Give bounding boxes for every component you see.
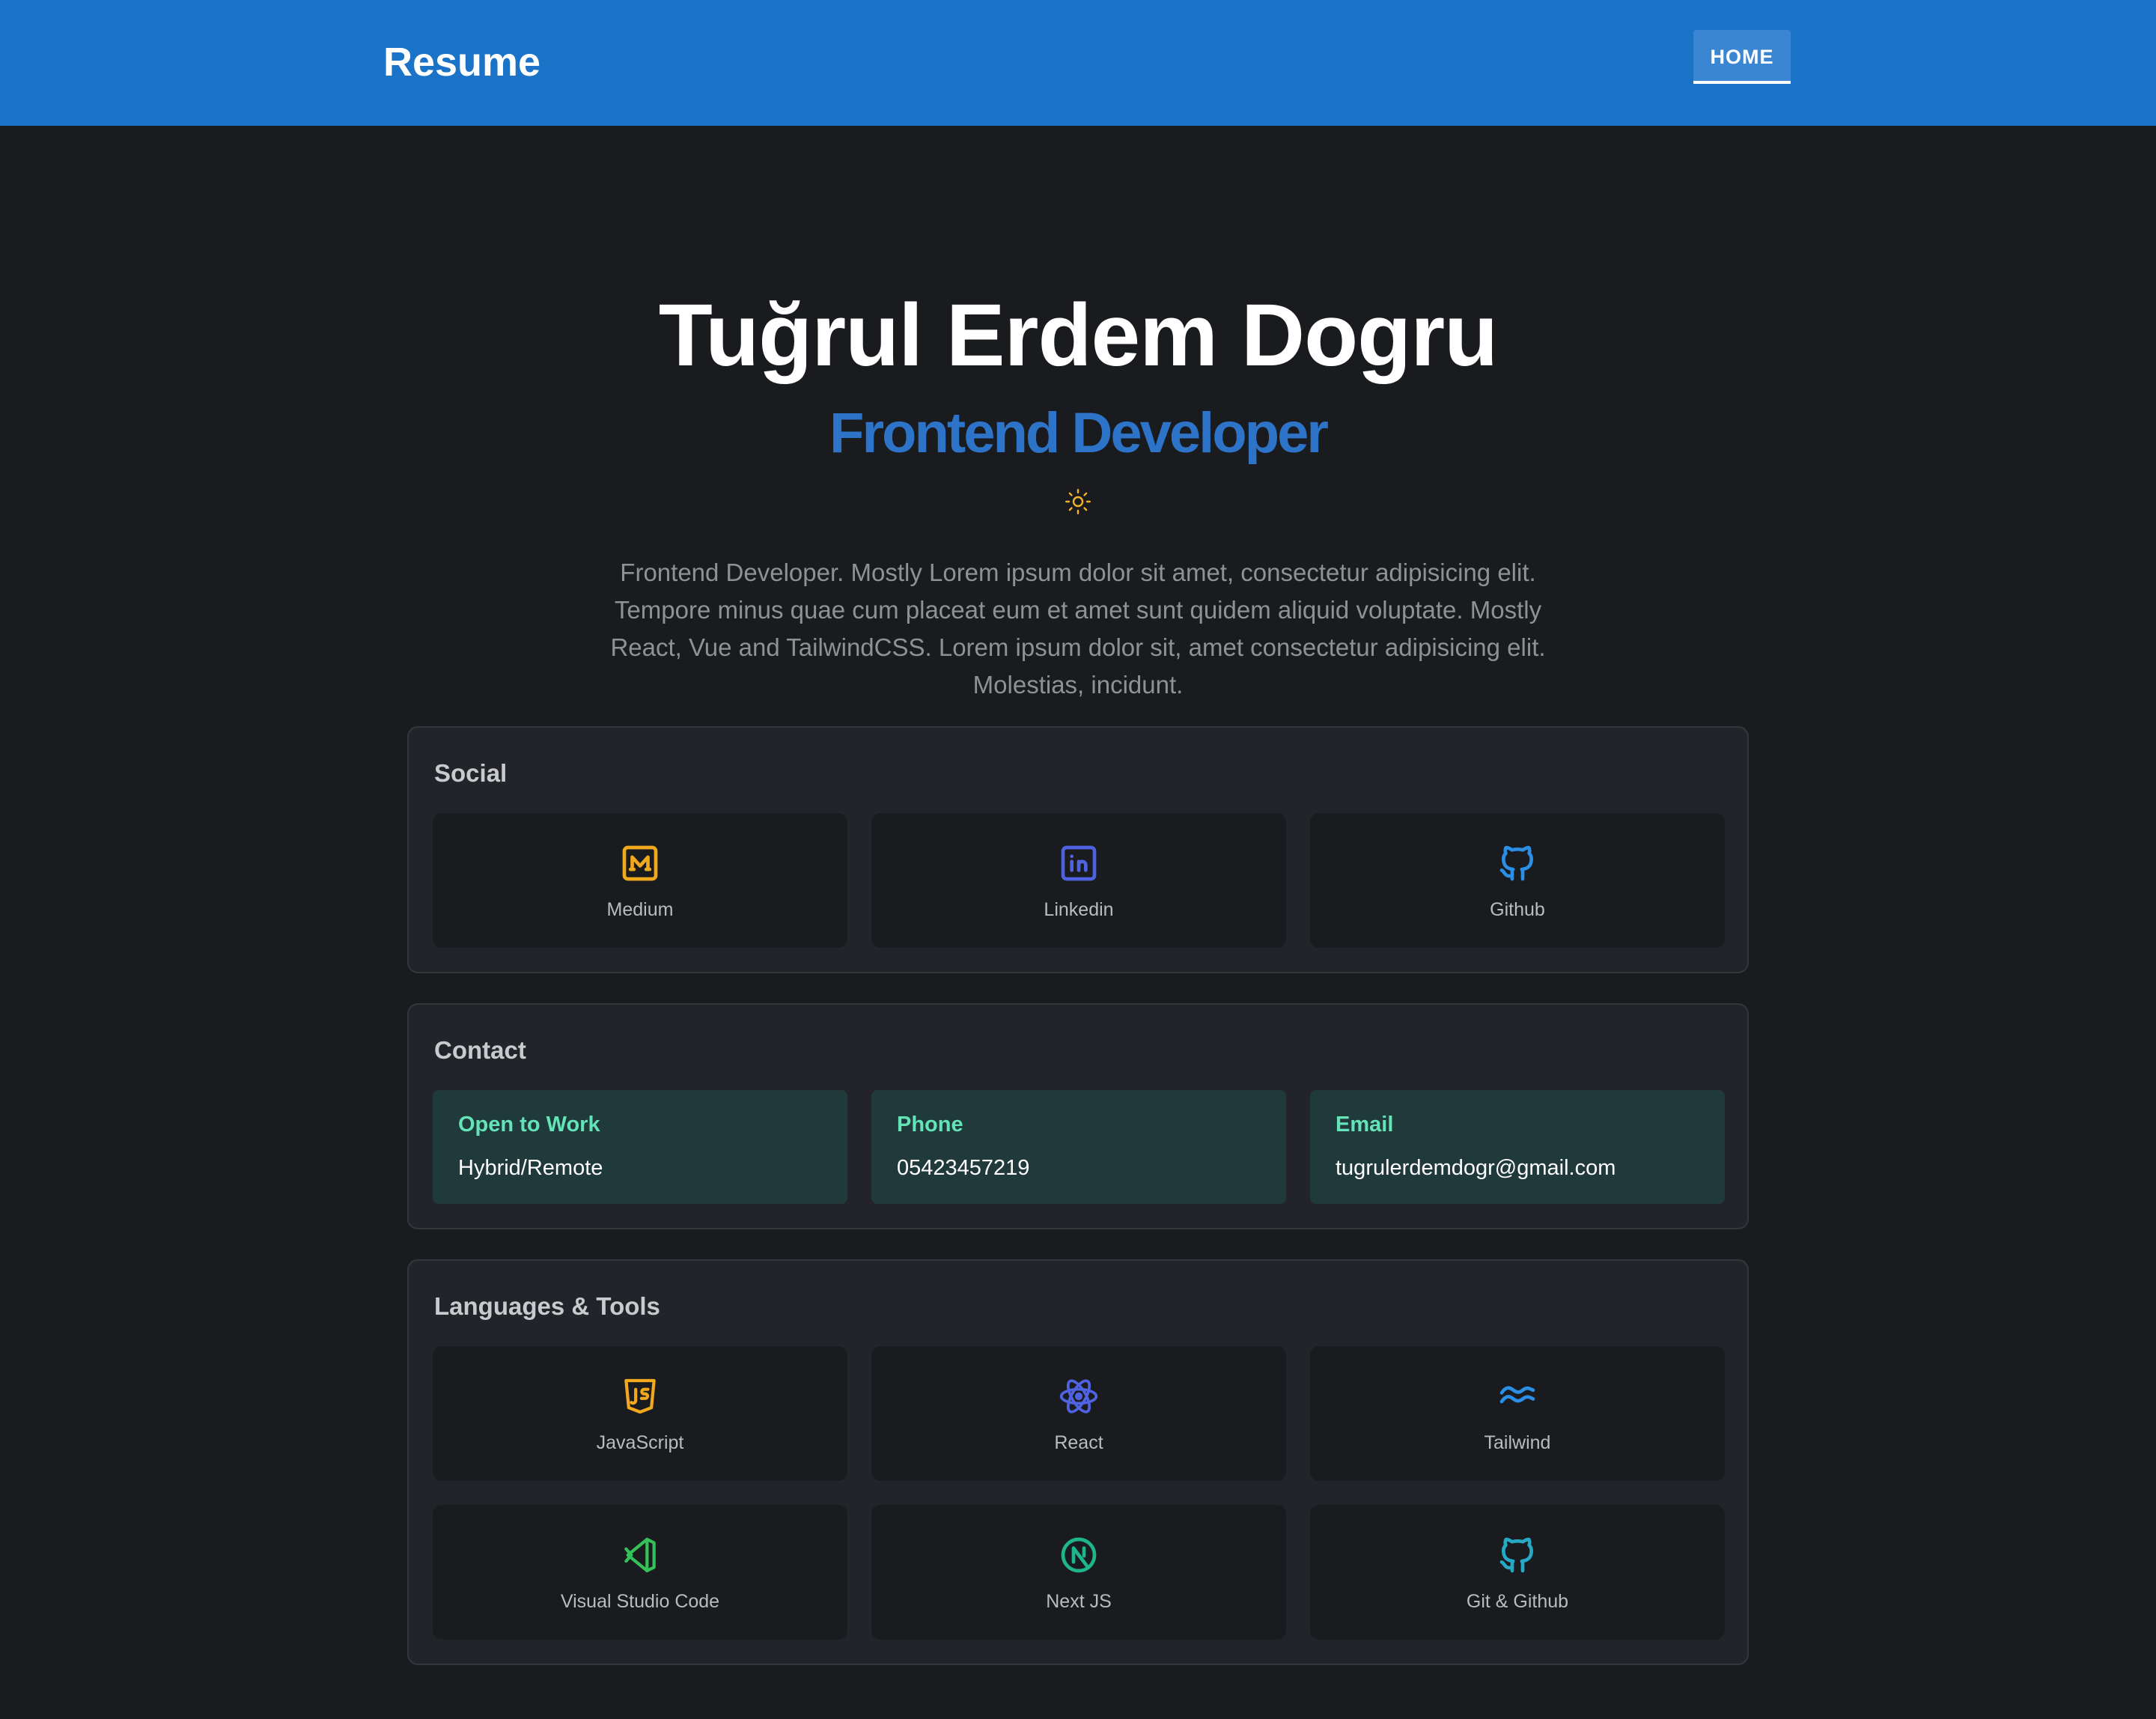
tool-label: Tailwind [1484,1432,1551,1453]
social-label: Github [1490,898,1545,920]
tool-label: Next JS [1046,1590,1112,1612]
medium-icon [622,845,658,880]
tool-card-javascript[interactable]: JavaScript [433,1346,847,1481]
contact-card-title: Phone [897,1113,963,1137]
top-app-bar: Resume HOME [0,0,2156,126]
tool-card-react[interactable]: React [871,1346,1286,1481]
contact-card-phone: Phone 05423457219 [871,1090,1286,1204]
social-card-github[interactable]: Github [1310,813,1725,948]
tailwind-icon [1499,1385,1535,1403]
social-label: Medium [606,898,674,920]
github-icon [1499,845,1533,880]
contact-card-work: Open to Work Hybrid/Remote [433,1090,847,1204]
tool-card-git-github[interactable]: Git & Github [1310,1505,1725,1640]
tool-card-vscode[interactable]: Visual Studio Code [433,1505,847,1640]
javascript-icon [624,1378,656,1414]
sun-icon[interactable] [1065,488,1091,515]
tools-panel: Languages & Tools JavaScript React Tailw… [407,1259,1749,1665]
bio-paragraph: Frontend Developer. Mostly Lorem ipsum d… [610,559,1546,699]
nav-home-button[interactable]: HOME [1693,30,1791,84]
social-card-medium[interactable]: Medium [433,813,847,948]
contact-card-value: Hybrid/Remote [458,1156,603,1180]
tool-card-nextjs[interactable]: Next JS [871,1505,1286,1640]
contact-panel: Contact Open to Work Hybrid/Remote Phone… [407,1003,1749,1229]
tool-label: JavaScript [596,1432,684,1453]
tool-label: Visual Studio Code [560,1590,720,1612]
contact-card-value[interactable]: 05423457219 [897,1156,1029,1181]
contact-title: Contact [434,1036,526,1064]
contact-card-title: Email [1336,1113,1394,1137]
social-title: Social [434,759,508,787]
hero-role: Frontend Developer [829,401,1329,465]
tool-card-tailwind[interactable]: Tailwind [1310,1346,1725,1481]
tool-label: Git & Github [1466,1590,1569,1612]
react-icon [1059,1378,1098,1414]
github-icon [1499,1537,1533,1572]
hero-name: Tuğrul Erdem Dogru [658,286,1498,385]
vscode-icon [624,1537,656,1572]
nextjs-icon [1061,1537,1097,1572]
contact-card-value[interactable]: tugrulerdemdogr@gmail.com [1336,1156,1616,1181]
brand-title[interactable]: Resume [383,39,540,85]
contact-card-title: Open to Work [458,1113,600,1137]
social-label: Linkedin [1044,898,1114,920]
tools-title: Languages & Tools [434,1292,660,1320]
tool-label: React [1054,1432,1103,1453]
contact-card-email: Email tugrulerdemdogr@gmail.com [1310,1090,1725,1204]
social-card-linkedin[interactable]: Linkedin [871,813,1286,948]
social-panel: Social Medium Linkedin Github [407,726,1749,973]
linkedin-icon [1061,845,1097,880]
